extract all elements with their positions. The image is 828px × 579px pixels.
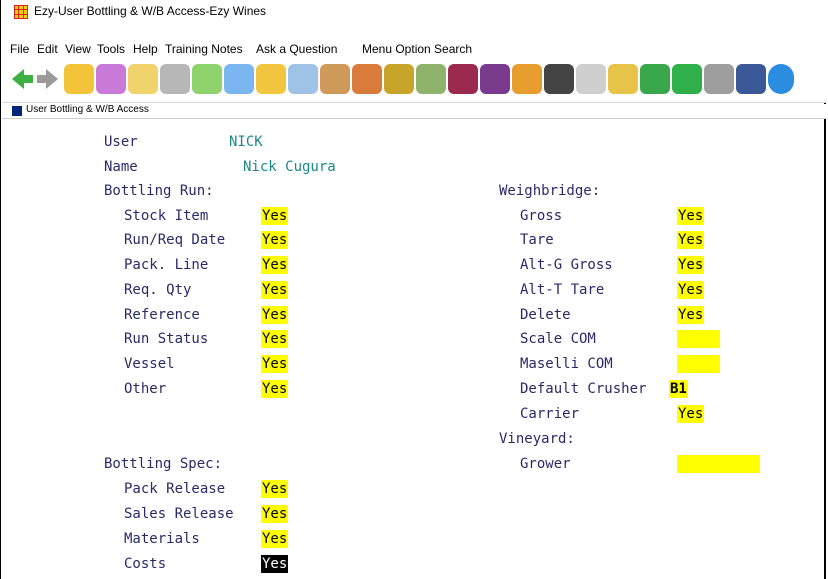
bottling-run-label: Pack. Line (124, 257, 209, 273)
weighbridge-label: Carrier (520, 406, 580, 422)
bottling-spec-value[interactable]: Yes (261, 505, 289, 523)
name-label: Name (104, 159, 138, 175)
menu-ask-a-question[interactable]: Ask a Question (256, 42, 337, 56)
bottling-spec-heading: Bottling Spec: (104, 456, 223, 472)
subwindow-title: User Bottling & W/B Access (26, 104, 149, 115)
bottling-run-label: Reference (124, 307, 200, 323)
bottling-spec-label: Costs (124, 556, 167, 572)
weighbridge-label: Scale COM (520, 331, 596, 347)
pen-icon[interactable] (128, 64, 158, 94)
barrel-icon[interactable] (320, 64, 350, 94)
wand-icon[interactable] (288, 64, 318, 94)
forward-arrow-icon[interactable] (36, 64, 60, 94)
news-icon[interactable] (704, 64, 734, 94)
people-icon[interactable] (256, 64, 286, 94)
bottling-run-value[interactable]: Yes (261, 231, 289, 249)
bottling-spec-label: Sales Release (124, 506, 234, 522)
bottling-spec-value-selected[interactable]: Yes (261, 555, 289, 573)
menu-help[interactable]: Help (133, 42, 158, 56)
title-bar: Ezy-User Bottling & W/B Access-Ezy Wines (2, 0, 826, 38)
user-label: User (104, 134, 138, 150)
bottling-spec-value[interactable]: Yes (261, 480, 289, 498)
bottling-run-label: Run Status (124, 331, 209, 347)
bottling-run-label: Vessel (124, 356, 175, 372)
folder-icon[interactable] (64, 64, 94, 94)
briefcase-icon[interactable] (512, 64, 542, 94)
weighbridge-label: Delete (520, 307, 571, 323)
bottling-run-heading: Bottling Run: (104, 183, 214, 199)
blank-icon[interactable] (576, 64, 606, 94)
money-icon[interactable] (192, 64, 222, 94)
bottling-spec-value[interactable]: Yes (261, 530, 289, 548)
weighbridge-label: Default Crusher (520, 381, 647, 397)
facebook-icon[interactable] (736, 64, 766, 94)
app-logo-icon (14, 5, 28, 19)
menu-file[interactable]: File (10, 42, 29, 56)
back-arrow-icon[interactable] (10, 64, 34, 94)
building-icon[interactable] (160, 64, 190, 94)
package-icon[interactable] (608, 64, 638, 94)
bottling-run-value[interactable]: Yes (261, 380, 289, 398)
weighbridge-label: Alt-T Tare (520, 282, 605, 298)
weighbridge-value[interactable]: Yes (677, 231, 705, 249)
box-icon[interactable] (352, 64, 382, 94)
grapes-icon[interactable] (480, 64, 510, 94)
name-value: Nick Cugura (243, 159, 336, 175)
bottling-spec-label: Pack Release (124, 481, 226, 497)
weighbridge-label: Alt-G Gross (520, 257, 613, 273)
menu-tools[interactable]: Tools (97, 42, 125, 56)
wine-glass-icon[interactable] (448, 64, 478, 94)
web-icon[interactable] (768, 64, 794, 94)
weighbridge-value[interactable]: Yes (677, 256, 705, 274)
weighbridge-value[interactable]: B1 (669, 380, 688, 398)
bottling-run-value[interactable]: Yes (261, 355, 289, 373)
menu-view[interactable]: View (65, 42, 91, 56)
bottling-run-label: Stock Item (124, 208, 209, 224)
bottling-run-value[interactable]: Yes (261, 207, 289, 225)
bottling-run-value[interactable]: Yes (261, 306, 289, 324)
weighbridge-value[interactable]: Yes (677, 281, 705, 299)
bottling-run-value[interactable]: Yes (261, 281, 289, 299)
subwindow-title-bar: User Bottling & W/B Access (2, 104, 826, 119)
access-form: User NICK Name Nick Cugura Bottling Run:… (1, 120, 827, 579)
weighbridge-value[interactable]: Yes (677, 207, 705, 225)
weighbridge-label: Gross (520, 208, 563, 224)
dollar-icon[interactable] (672, 64, 702, 94)
bottling-spec-label: Materials (124, 531, 200, 547)
bottling-run-value[interactable]: Yes (261, 330, 289, 348)
files-icon[interactable] (96, 64, 126, 94)
subwindow-icon (12, 106, 22, 116)
weighbridge-value-empty[interactable] (677, 355, 720, 373)
weighbridge-value[interactable]: Yes (677, 306, 705, 324)
menu-training-notes[interactable]: Training Notes (165, 42, 243, 56)
grower-field[interactable] (677, 455, 760, 473)
window-title: Ezy-User Bottling & W/B Access-Ezy Wines (34, 4, 267, 18)
weighbridge-label: Tare (520, 232, 554, 248)
bottling-run-value[interactable]: Yes (261, 256, 289, 274)
menu-option-search[interactable]: Menu Option Search (362, 42, 472, 56)
leaf-icon[interactable] (640, 64, 670, 94)
weighbridge-label: Maselli COM (520, 356, 613, 372)
bottles-icon[interactable] (384, 64, 414, 94)
menu-bar: File Edit View Tools Help Training Notes… (2, 38, 826, 58)
weighbridge-heading: Weighbridge: (499, 183, 601, 199)
bottling-run-label: Req. Qty (124, 282, 192, 298)
weighbridge-value[interactable]: Yes (677, 405, 705, 423)
menu-edit[interactable]: Edit (37, 42, 58, 56)
weighbridge-value-empty[interactable] (677, 330, 720, 348)
gear-icon[interactable] (544, 64, 574, 94)
bottling-run-label: Run/Req Date (124, 232, 226, 248)
bottling-run-label: Other (124, 381, 167, 397)
toolbar (2, 58, 826, 103)
screen-icon[interactable] (224, 64, 254, 94)
app-window: Ezy-User Bottling & W/B Access-Ezy Wines… (0, 0, 826, 579)
vineyard-label: Grower (520, 456, 571, 472)
user-value[interactable]: NICK (229, 133, 263, 151)
worker-icon[interactable] (416, 64, 446, 94)
vineyard-heading: Vineyard: (499, 431, 575, 447)
